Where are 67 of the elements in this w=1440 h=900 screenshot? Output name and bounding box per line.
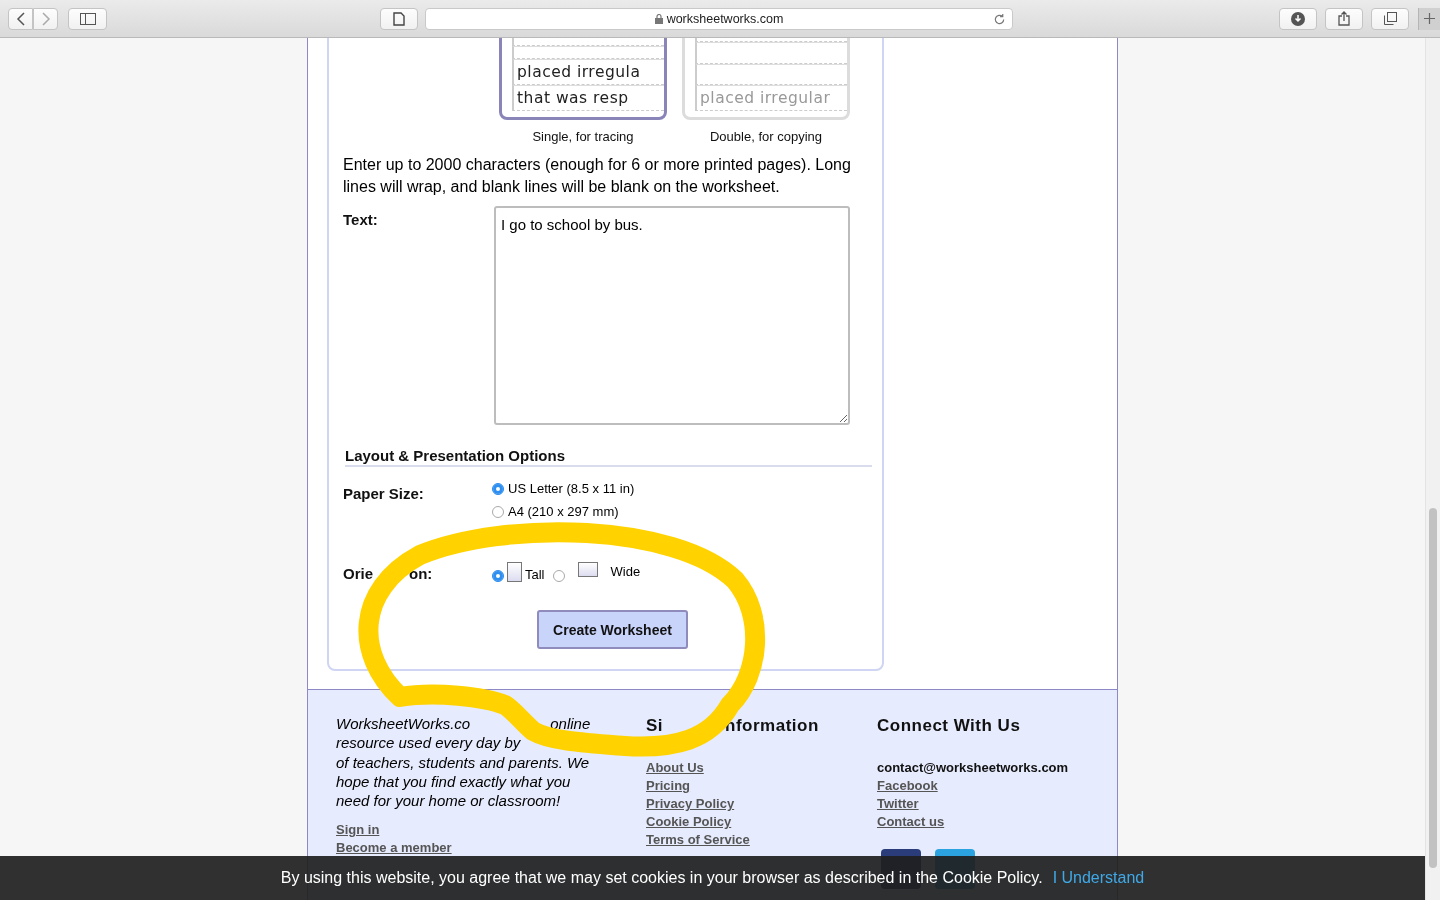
text-input-field[interactable]: I go to school by bus. bbox=[494, 206, 850, 425]
portrait-page-icon bbox=[507, 562, 522, 582]
paper-size-option: A4 (210 x 297 mm) bbox=[508, 504, 619, 519]
orientation-option: Wide bbox=[610, 564, 650, 579]
plus-icon bbox=[1424, 13, 1435, 24]
new-tab-button[interactable] bbox=[1418, 7, 1440, 30]
sample-text: placed irregular bbox=[700, 88, 831, 109]
tabs-button[interactable] bbox=[1371, 7, 1409, 30]
about-text: online bbox=[550, 714, 591, 734]
download-button[interactable] bbox=[1279, 7, 1317, 30]
lock-icon bbox=[654, 13, 663, 24]
footer-link[interactable]: Privacy Policy bbox=[646, 796, 877, 811]
writing-style-option[interactable]: placed irregula that was resp bbox=[499, 38, 667, 120]
sidebar-button[interactable] bbox=[68, 7, 107, 30]
footer-link[interactable]: Pricing bbox=[646, 778, 877, 793]
radio-button[interactable] bbox=[492, 570, 504, 582]
about-text: need for your home or classroom! bbox=[336, 791, 561, 811]
footer-link[interactable]: Become a member bbox=[336, 840, 646, 856]
email-text: contact@worksheetworks.com bbox=[877, 760, 1069, 775]
url-text: worksheetworks.com bbox=[666, 11, 784, 26]
sidebar-icon bbox=[79, 12, 96, 25]
footer-link[interactable]: Cookie Policy bbox=[646, 814, 877, 829]
footer-link[interactable]: Twitter bbox=[877, 796, 1069, 811]
download-icon bbox=[1291, 11, 1305, 26]
share-icon bbox=[1338, 11, 1350, 26]
scrollbar-thumb[interactable] bbox=[1429, 508, 1437, 868]
chevron-left-icon bbox=[15, 11, 26, 26]
footer-heading: Connect With Us bbox=[877, 716, 1021, 736]
cookie-message: By using this website, you agree that we may set cookies in your browser as described in the Cookie Policy. bbox=[280, 869, 1043, 887]
radio-button[interactable] bbox=[492, 482, 504, 495]
style-caption: Double, for copying bbox=[710, 129, 822, 144]
tabs-icon bbox=[1383, 12, 1397, 25]
footer-link[interactable]: Sign in bbox=[336, 822, 646, 838]
orientation-option: Tall bbox=[525, 567, 545, 582]
orientation-label: on: bbox=[409, 565, 433, 582]
landscape-page-icon bbox=[577, 562, 598, 577]
paper-size-label: Paper Size: bbox=[343, 485, 425, 504]
footer-heading: nformation bbox=[725, 716, 819, 736]
paper-size-option: US Letter (8.5 x 11 in) bbox=[508, 481, 635, 496]
page-icon bbox=[393, 11, 405, 26]
back-button[interactable] bbox=[8, 7, 33, 30]
reader-button[interactable] bbox=[380, 7, 418, 30]
sample-text: placed irregula bbox=[517, 62, 641, 83]
footer-link[interactable]: Terms of Service bbox=[646, 832, 877, 847]
sample-text: that was resp bbox=[517, 88, 629, 109]
understand-link[interactable]: I Understand bbox=[1052, 869, 1145, 887]
orientation-label: Orie bbox=[343, 565, 373, 582]
style-caption: Single, for tracing bbox=[532, 129, 634, 144]
about-text: resource used every day by bbox=[336, 733, 521, 753]
address-bar[interactable]: worksheetworks.com bbox=[425, 7, 1013, 30]
about-text: hope that you find exactly what you bbox=[336, 771, 571, 792]
share-button[interactable] bbox=[1325, 7, 1363, 30]
create-worksheet-button[interactable]: Create Worksheet bbox=[537, 610, 688, 649]
about-text: of teachers, students and parents. We bbox=[336, 752, 590, 772]
footer-heading: Si bbox=[646, 716, 664, 736]
reload-icon[interactable] bbox=[993, 12, 1006, 26]
scrollbar[interactable] bbox=[1425, 38, 1440, 900]
about-text: WorksheetWorks.co bbox=[336, 714, 471, 734]
text-label: Text: bbox=[343, 211, 379, 230]
radio-button[interactable] bbox=[492, 505, 504, 518]
footer-link[interactable]: About Us bbox=[646, 760, 877, 775]
section-heading: Layout & Presentation Options bbox=[345, 447, 872, 467]
footer-link[interactable]: Facebook bbox=[877, 778, 1069, 793]
instructions-text: Enter up to 2000 characters (enough for 6 or more printed pages). Long lines will wrap, and blank lines will be blank on the worksheet. bbox=[343, 155, 852, 197]
radio-button[interactable] bbox=[552, 570, 565, 582]
chevron-right-icon bbox=[40, 11, 51, 26]
footer-link[interactable]: Contact us bbox=[877, 814, 1069, 829]
